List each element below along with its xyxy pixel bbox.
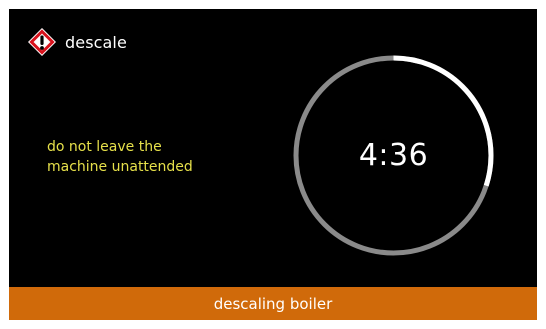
machine-display: descale do not leave the machine unatten… bbox=[9, 9, 537, 320]
header: descale bbox=[27, 27, 127, 57]
status-bar: descaling boiler bbox=[9, 287, 537, 320]
countdown-timer: 4:36 bbox=[291, 53, 496, 258]
message-line: machine unattended bbox=[47, 159, 193, 175]
status-text: descaling boiler bbox=[213, 294, 333, 313]
timer-value: 4:36 bbox=[358, 138, 429, 173]
warning-diamond-icon bbox=[28, 28, 56, 56]
header-title: descale bbox=[65, 32, 127, 52]
message-line: do not leave the bbox=[47, 139, 162, 155]
attention-message: do not leave the machine unattended bbox=[47, 137, 257, 177]
